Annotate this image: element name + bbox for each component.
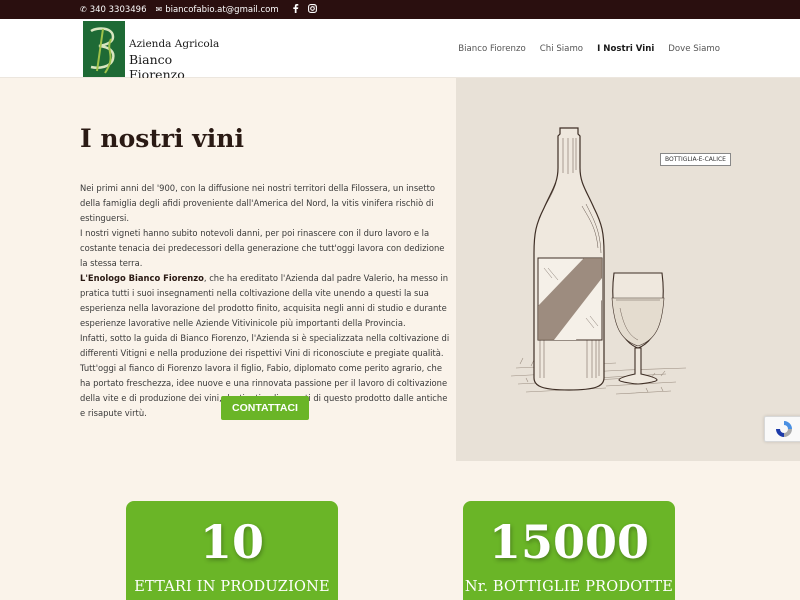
email-link[interactable]: ✉ biancofabio.at@gmail.com: [156, 5, 279, 15]
facebook-icon[interactable]: [292, 3, 299, 16]
contact-button[interactable]: CONTATTACI: [221, 396, 309, 420]
paragraph-1: Nei primi anni del '900, con la diffusio…: [80, 183, 436, 223]
nav-chi-siamo[interactable]: Chi Siamo: [540, 44, 583, 54]
paragraph-4: Infatti, sotto la guida di Bianco Fioren…: [80, 333, 450, 358]
bottle-glass-drawing: [510, 127, 687, 395]
enologo-name: L'Enologo Bianco Fiorenzo: [80, 273, 204, 283]
stat-number: 10: [199, 515, 264, 569]
page-title: I nostri vini: [80, 124, 244, 153]
logo-monogram: [83, 21, 125, 77]
stat-card-bottles: 15000 Nr. BOTTIGLIE PRODOTTE: [463, 501, 675, 600]
stat-label: Nr. BOTTIGLIE PRODOTTE: [464, 579, 674, 595]
stat-number: 15000: [488, 515, 650, 569]
phone-icon: ✆: [80, 4, 87, 14]
site-logo[interactable]: Azienda Agricola Bianco Fiorenzo: [83, 21, 228, 82]
stat-label: ETTARI IN PRODUZIONE: [134, 579, 330, 595]
recaptcha-icon: [776, 421, 792, 437]
nav-i-nostri-vini[interactable]: I Nostri Vini: [597, 44, 654, 54]
phone-number: 340 3303496: [89, 4, 147, 15]
main-nav: Bianco Fiorenzo Chi Siamo I Nostri Vini …: [458, 19, 720, 78]
nav-bianco-fiorenzo[interactable]: Bianco Fiorenzo: [458, 44, 526, 54]
top-bar: ✆ 340 3303496 ✉ biancofabio.at@gmail.com: [0, 0, 800, 19]
phone-link[interactable]: ✆ 340 3303496: [80, 5, 147, 15]
wines-description: Nei primi anni del '900, con la diffusio…: [80, 181, 452, 421]
nav-dove-siamo[interactable]: Dove Siamo: [668, 44, 720, 54]
recaptcha-badge[interactable]: [764, 416, 800, 442]
paragraph-2: I nostri vigneti hanno subito notevoli d…: [80, 228, 445, 268]
image-caption: BOTTIGLIA-E-CALICE: [660, 153, 731, 166]
stat-card-hectares: 10 ETTARI IN PRODUZIONE: [126, 501, 338, 600]
wines-section: I nostri vini Nei primi anni del '900, c…: [0, 78, 800, 461]
instagram-icon[interactable]: [307, 3, 317, 16]
email-address: biancofabio.at@gmail.com: [165, 4, 279, 15]
paragraph-3: L'Enologo Bianco Fiorenzo, che ha eredit…: [80, 271, 452, 331]
bottle-glass-illustration: BOTTIGLIA-E-CALICE: [456, 78, 800, 461]
logo-line-1: Azienda Agricola: [129, 38, 220, 50]
stats-section: 10 ETTARI IN PRODUZIONE 15000 Nr. BOTTIG…: [0, 461, 800, 600]
site-header: Azienda Agricola Bianco Fiorenzo Bianco …: [0, 19, 800, 82]
mail-icon: ✉: [155, 4, 163, 14]
